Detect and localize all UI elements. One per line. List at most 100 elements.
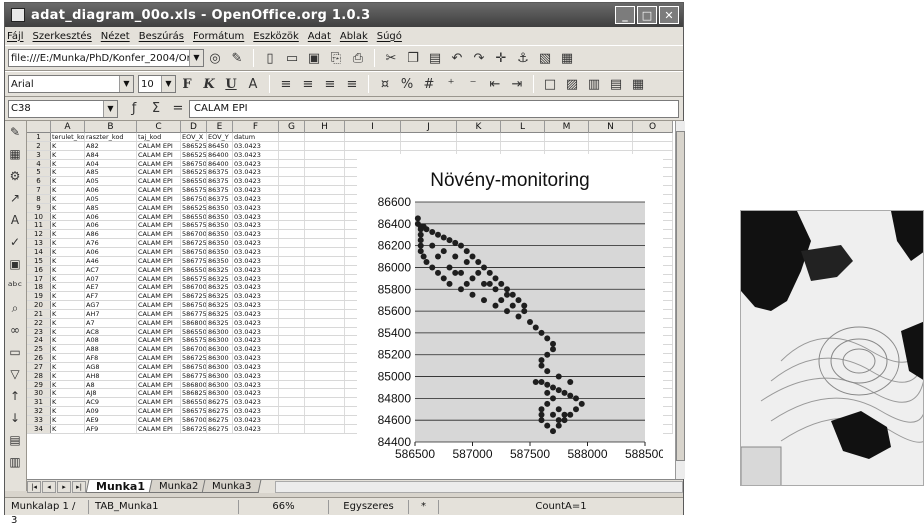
table-cell[interactable] bbox=[305, 133, 345, 141]
select-all-corner[interactable] bbox=[27, 121, 51, 133]
scroll-thumb[interactable] bbox=[676, 131, 685, 461]
table-cell[interactable]: CALAM EPI bbox=[137, 292, 181, 301]
column-header[interactable]: E bbox=[207, 121, 233, 133]
export-icon[interactable]: ⎘ bbox=[326, 48, 346, 68]
table-cell[interactable] bbox=[305, 159, 345, 168]
table-cell[interactable] bbox=[279, 159, 305, 168]
table-cell[interactable]: 03.0423 bbox=[233, 168, 279, 177]
tab-munka3[interactable]: Munka3 bbox=[202, 480, 263, 493]
number-format-icon[interactable]: # bbox=[419, 74, 439, 94]
table-cell[interactable]: 586575 bbox=[181, 186, 207, 194]
edit-file-icon[interactable]: ✎ bbox=[227, 48, 247, 68]
table-cell[interactable]: 586700 bbox=[181, 345, 207, 354]
table-cell[interactable]: 03.0423 bbox=[233, 177, 279, 186]
print-icon[interactable]: ⎙ bbox=[348, 48, 368, 68]
table-cell[interactable]: CALAM EPI bbox=[137, 301, 181, 309]
table-cell[interactable] bbox=[305, 274, 345, 283]
table-cell[interactable]: 86300 bbox=[207, 327, 233, 336]
row-header[interactable]: 24 bbox=[27, 336, 51, 345]
split-cells-icon[interactable]: ▤ bbox=[606, 74, 626, 94]
table-cell[interactable] bbox=[305, 389, 345, 398]
table-cell[interactable]: 03.0423 bbox=[233, 212, 279, 221]
table-cell[interactable]: 586550 bbox=[181, 327, 207, 336]
text-icon[interactable]: A bbox=[5, 209, 25, 231]
table-cell[interactable]: K bbox=[51, 247, 85, 256]
function-wizard-icon[interactable]: ƒ bbox=[124, 99, 144, 119]
next-sheet-icon[interactable]: ▸ bbox=[57, 480, 71, 493]
sort-descending-icon[interactable]: ↓ bbox=[5, 407, 25, 429]
table-cell[interactable] bbox=[279, 371, 305, 380]
minimize-button[interactable]: _ bbox=[615, 6, 635, 24]
table-cell[interactable]: 86450 bbox=[207, 141, 233, 150]
table-cell[interactable]: K bbox=[51, 292, 85, 301]
table-cell[interactable]: 86275 bbox=[207, 416, 233, 424]
close-button[interactable]: ✕ bbox=[659, 6, 679, 24]
table-cell[interactable] bbox=[305, 283, 345, 292]
undo-icon[interactable]: ↶ bbox=[447, 48, 467, 68]
table-cell[interactable]: 03.0423 bbox=[233, 424, 279, 433]
table-cell[interactable] bbox=[305, 336, 345, 345]
table-cell[interactable]: 586750 bbox=[181, 247, 207, 256]
row-header[interactable]: 6 bbox=[27, 177, 51, 186]
table-cell[interactable]: 03.0423 bbox=[233, 380, 279, 389]
table-cell[interactable]: CALAM EPI bbox=[137, 159, 181, 168]
table-cell[interactable]: A86 bbox=[85, 230, 137, 239]
table-cell[interactable]: AC9 bbox=[85, 398, 137, 407]
table-cell[interactable] bbox=[305, 247, 345, 256]
column-header[interactable]: B bbox=[85, 121, 137, 133]
table-cell[interactable]: 86275 bbox=[207, 424, 233, 433]
table-cell[interactable]: 86325 bbox=[207, 265, 233, 274]
row-header[interactable]: 27 bbox=[27, 362, 51, 371]
chevron-down-icon[interactable]: ▼ bbox=[189, 50, 203, 66]
table-cell[interactable]: 586725 bbox=[181, 292, 207, 301]
row-header[interactable]: 3 bbox=[27, 150, 51, 159]
table-cell[interactable]: 03.0423 bbox=[233, 309, 279, 318]
table-cell[interactable]: K bbox=[51, 345, 85, 354]
column-header[interactable]: N bbox=[589, 121, 633, 133]
row-header[interactable]: 5 bbox=[27, 168, 51, 177]
menu-data[interactable]: Adat bbox=[308, 31, 331, 42]
column-header[interactable]: K bbox=[457, 121, 501, 133]
column-header[interactable]: A bbox=[51, 121, 85, 133]
table-cell[interactable]: A08 bbox=[85, 336, 137, 345]
table-cell[interactable] bbox=[305, 371, 345, 380]
table-cell[interactable]: AJ8 bbox=[85, 389, 137, 398]
table-cell[interactable] bbox=[279, 380, 305, 389]
table-cell[interactable]: 586550 bbox=[181, 398, 207, 407]
table-cell[interactable]: CALAM EPI bbox=[137, 283, 181, 292]
table-cell[interactable]: A07 bbox=[85, 274, 137, 283]
maximize-button[interactable]: □ bbox=[637, 6, 657, 24]
table-cell[interactable]: 586575 bbox=[181, 221, 207, 230]
table-cell[interactable]: 586775 bbox=[181, 256, 207, 265]
table-cell[interactable] bbox=[305, 150, 345, 159]
cut-icon[interactable]: ✂ bbox=[381, 48, 401, 68]
table-cell[interactable]: 86300 bbox=[207, 371, 233, 380]
table-cell[interactable]: A85 bbox=[85, 203, 137, 212]
table-cell[interactable]: A05 bbox=[85, 177, 137, 186]
row-header[interactable]: 20 bbox=[27, 301, 51, 309]
table-cell[interactable] bbox=[305, 212, 345, 221]
status-zoom[interactable]: 66% bbox=[239, 499, 329, 514]
table-cell[interactable]: CALAM EPI bbox=[137, 327, 181, 336]
table-cell[interactable]: taj_kod bbox=[137, 133, 181, 141]
sort-ascending-icon[interactable]: ↑ bbox=[5, 385, 25, 407]
table-cell[interactable]: K bbox=[51, 380, 85, 389]
font-color-icon[interactable]: A bbox=[243, 74, 263, 94]
align-left-icon[interactable]: ≡ bbox=[276, 74, 296, 94]
table-cell[interactable]: CALAM EPI bbox=[137, 230, 181, 239]
underline-icon[interactable]: U bbox=[221, 74, 241, 94]
row-header[interactable]: 32 bbox=[27, 407, 51, 415]
spellcheck-icon[interactable]: ✓ bbox=[5, 231, 25, 253]
table-cell[interactable]: 86300 bbox=[207, 362, 233, 371]
table-cell[interactable]: AE7 bbox=[85, 283, 137, 292]
table-cell[interactable]: 586700 bbox=[181, 416, 207, 424]
autospell-icon[interactable]: ᵃᵇᶜ bbox=[5, 275, 25, 297]
table-cell[interactable]: K bbox=[51, 239, 85, 247]
table-cell[interactable] bbox=[545, 133, 589, 141]
chevron-down-icon[interactable]: ▼ bbox=[103, 100, 117, 117]
table-cell[interactable]: K bbox=[51, 327, 85, 336]
table-cell[interactable] bbox=[279, 186, 305, 194]
table-cell[interactable] bbox=[305, 309, 345, 318]
table-cell[interactable]: AF8 bbox=[85, 354, 137, 362]
menu-edit[interactable]: Szerkesztés bbox=[33, 31, 92, 42]
